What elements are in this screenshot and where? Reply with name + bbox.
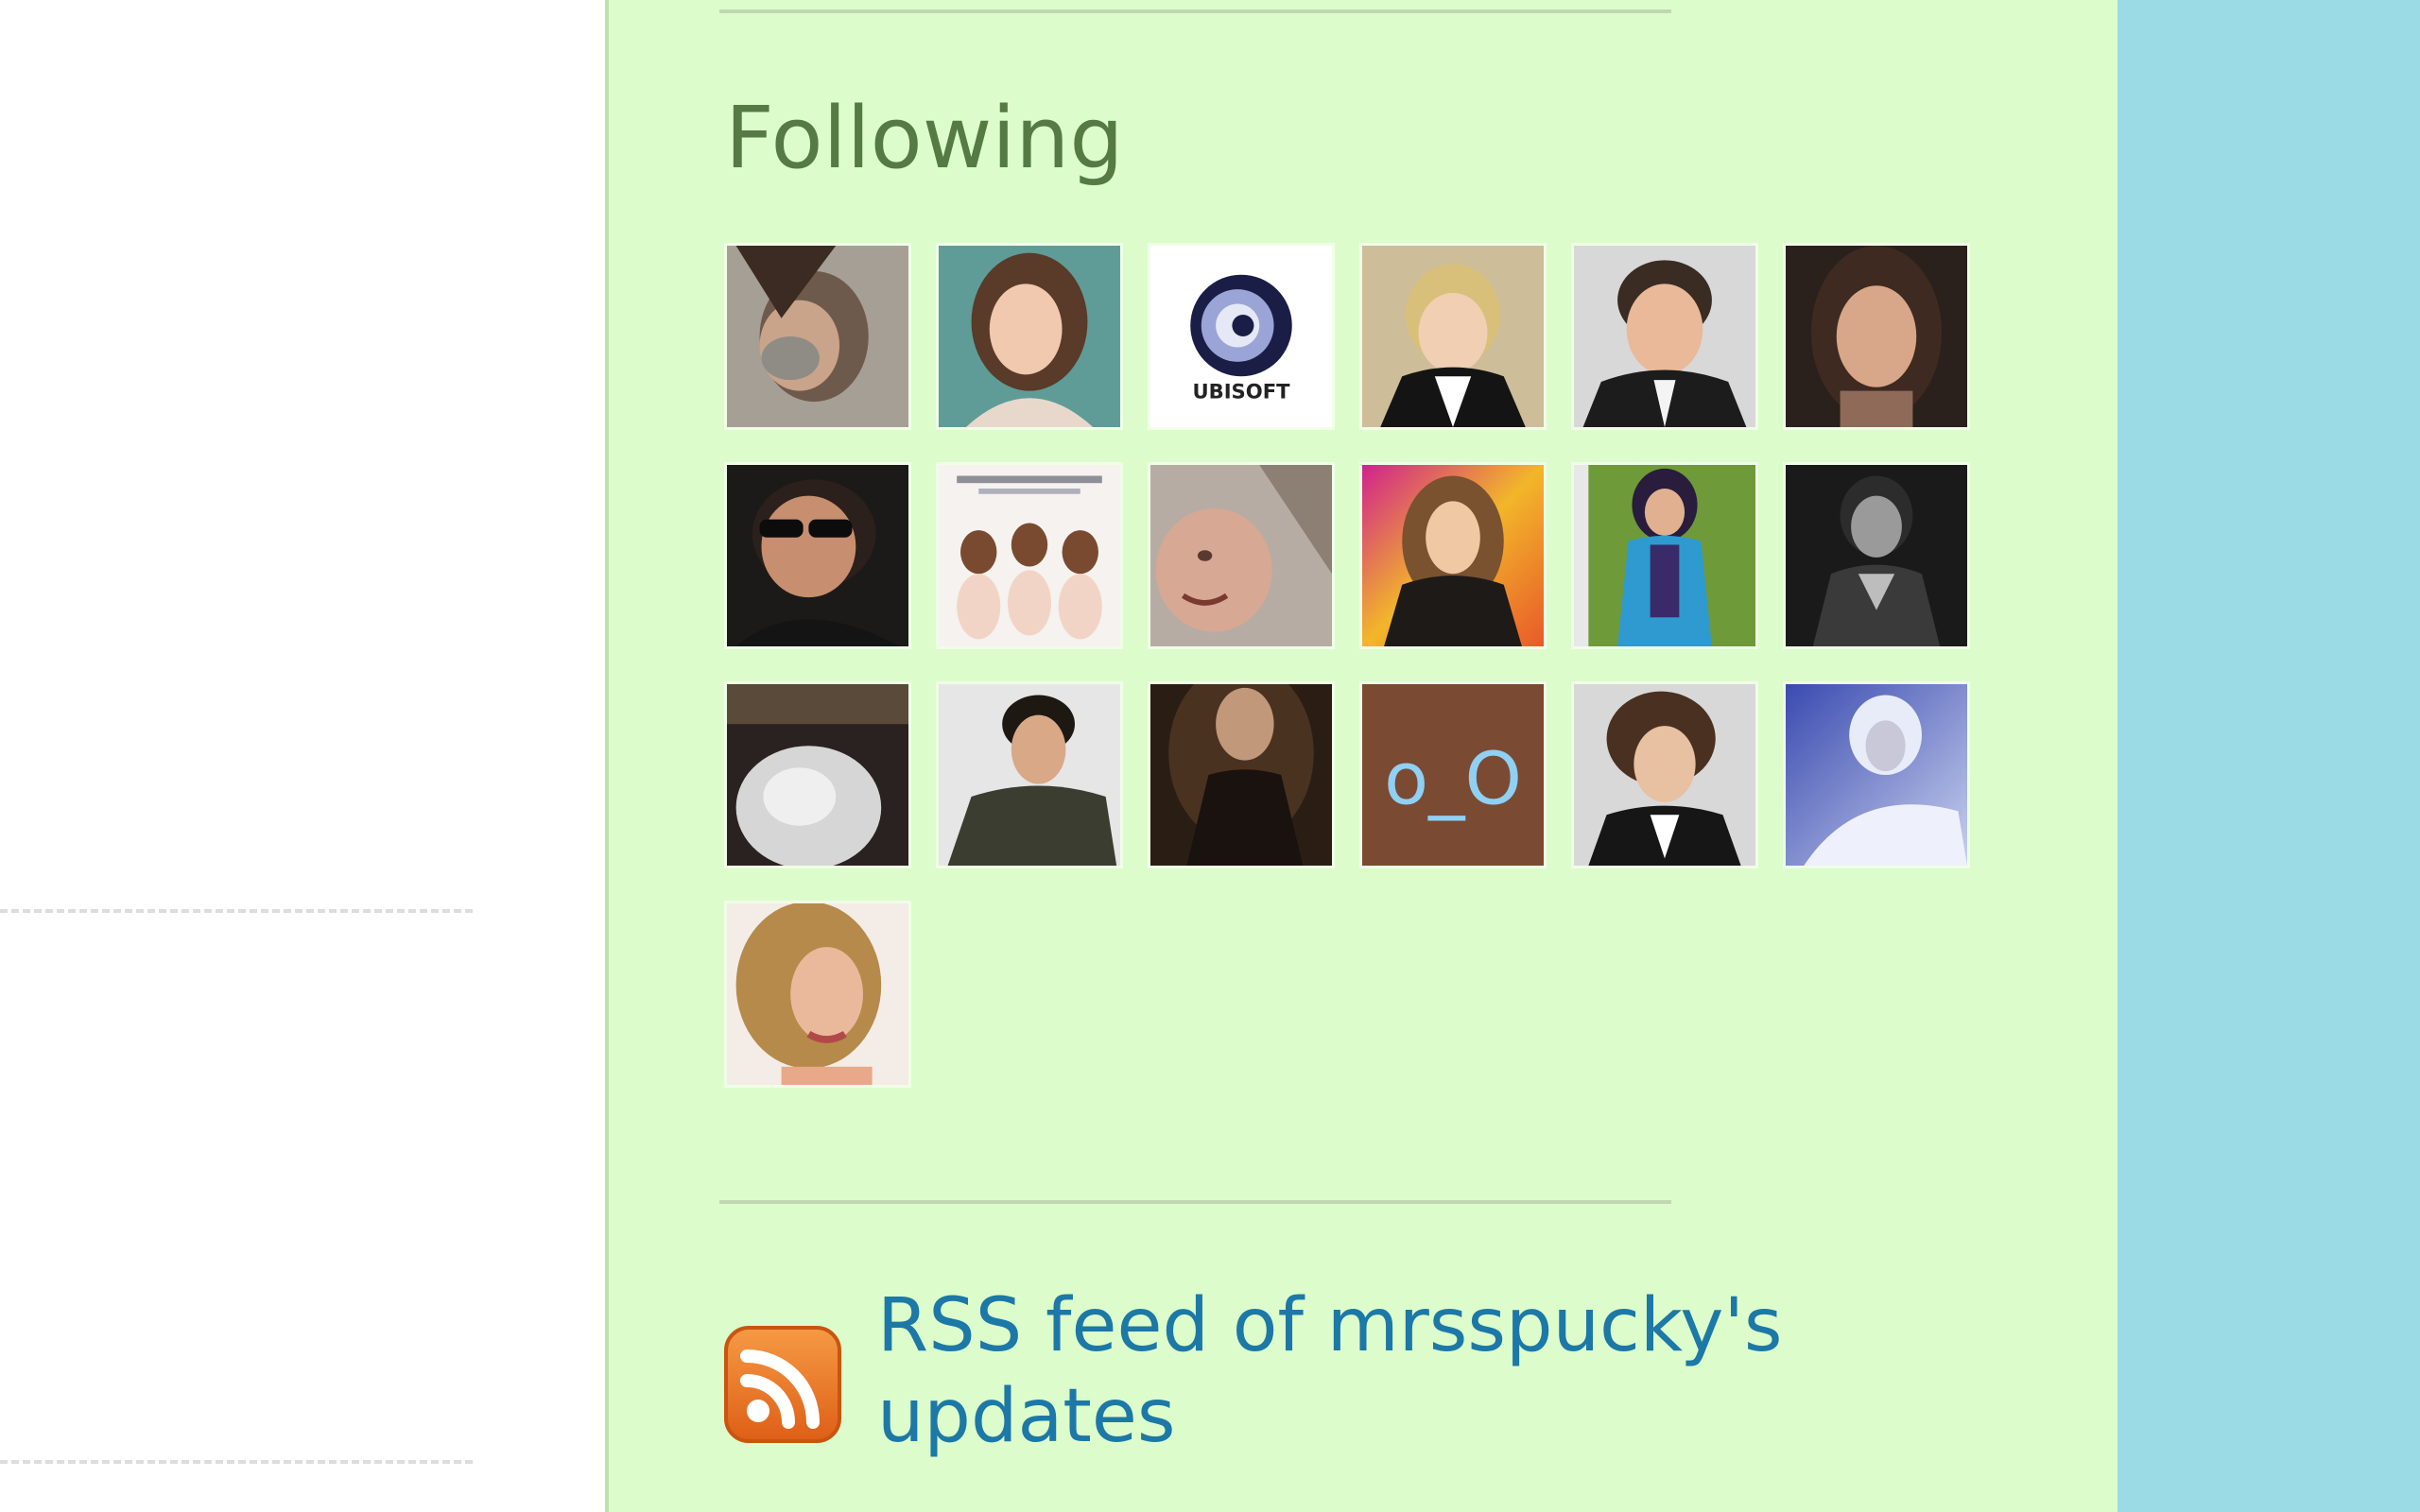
sidebar-divider xyxy=(719,9,1671,13)
timeline-area xyxy=(0,0,605,1512)
rss-feed-link[interactable]: RSS feed of mrsspucky's updates xyxy=(877,1280,1804,1462)
following-heading: Following xyxy=(725,89,1124,188)
sidebar-divider xyxy=(719,1200,1671,1204)
following-avatar[interactable] xyxy=(727,246,908,427)
person-avatar-icon xyxy=(1574,246,1755,427)
following-avatar[interactable] xyxy=(1362,246,1544,427)
following-avatar[interactable] xyxy=(939,684,1120,866)
following-avatar[interactable] xyxy=(939,246,1120,427)
sidebar: Following UBISOFT o_O RSS feed of mrsspu… xyxy=(605,0,2118,1512)
following-avatar[interactable] xyxy=(1574,246,1755,427)
person-avatar-icon xyxy=(1574,684,1755,866)
following-avatar[interactable] xyxy=(1786,246,1967,427)
following-avatar[interactable] xyxy=(1574,684,1755,866)
following-avatar[interactable] xyxy=(727,903,908,1085)
abstract-avatar-icon xyxy=(727,684,908,866)
person-avatar-icon xyxy=(727,903,908,1085)
page-background xyxy=(2118,0,2420,1512)
person-avatar-icon xyxy=(1786,465,1967,646)
following-avatar[interactable] xyxy=(939,465,1120,646)
face-emoticon-icon: o_O xyxy=(1362,684,1544,866)
ubisoft-logo-icon: UBISOFT xyxy=(1150,246,1332,427)
following-avatar[interactable] xyxy=(727,684,908,866)
following-avatar[interactable] xyxy=(1786,465,1967,646)
timeline-divider xyxy=(0,1460,473,1464)
timeline-divider xyxy=(0,909,473,913)
person-avatar-icon xyxy=(1362,465,1544,646)
person-avatar-icon xyxy=(1786,246,1967,427)
rss-feed-icon[interactable] xyxy=(722,1324,843,1445)
emoticon-text: o_O xyxy=(1384,738,1522,822)
person-avatar-icon xyxy=(727,465,908,646)
ubisoft-logo-text: UBISOFT xyxy=(1192,379,1290,403)
person-avatar-icon xyxy=(1150,465,1332,646)
person-avatar-icon xyxy=(939,246,1120,427)
person-avatar-icon xyxy=(1574,465,1755,646)
following-avatar[interactable]: o_O xyxy=(1362,684,1544,866)
following-avatar[interactable] xyxy=(1362,465,1544,646)
following-avatar-grid: UBISOFT o_O xyxy=(727,246,1967,1085)
person-avatar-icon xyxy=(727,246,908,427)
following-avatar[interactable] xyxy=(1786,684,1967,866)
person-avatar-icon xyxy=(1362,246,1544,427)
rss-feed-row: RSS feed of mrsspucky's updates xyxy=(722,1280,1804,1462)
following-avatar[interactable] xyxy=(1150,684,1332,866)
following-avatar[interactable]: UBISOFT xyxy=(1150,246,1332,427)
following-avatar[interactable] xyxy=(1150,465,1332,646)
following-avatar[interactable] xyxy=(1574,465,1755,646)
following-avatar[interactable] xyxy=(727,465,908,646)
group-avatar-icon xyxy=(939,465,1120,646)
person-avatar-icon xyxy=(1786,684,1967,866)
person-avatar-icon xyxy=(939,684,1120,866)
person-avatar-icon xyxy=(1150,684,1332,866)
